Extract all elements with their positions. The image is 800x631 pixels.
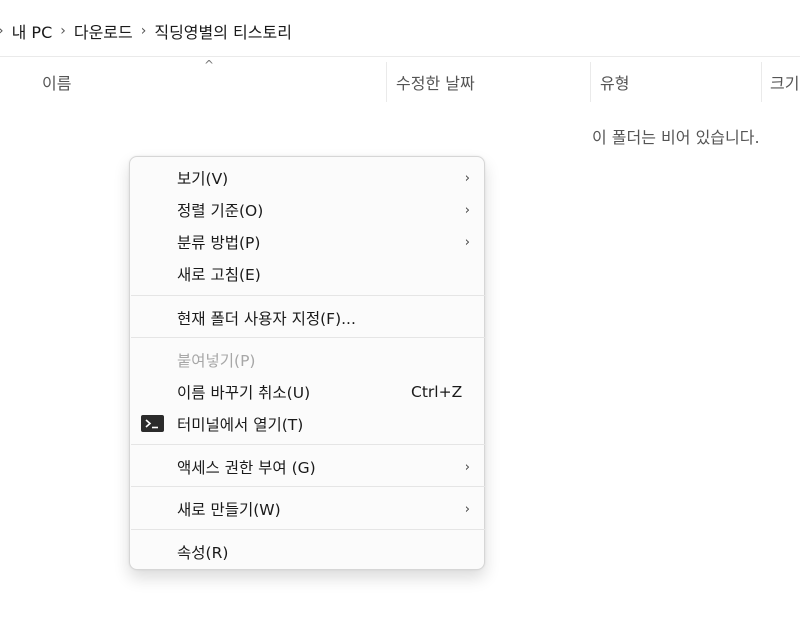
menu-item-paste: 붙여넣기(P)	[130, 345, 484, 375]
column-header-name[interactable]: 이름	[42, 62, 71, 102]
menu-item-label: 속성(R)	[177, 544, 229, 562]
menu-item-properties[interactable]: 속성(R)	[130, 537, 484, 567]
context-menu: 보기(V) › 정렬 기준(O) › 분류 방법(P) › 새로 고침(E) 현…	[129, 156, 485, 570]
menu-separator	[131, 295, 485, 296]
sort-ascending-icon: ^	[204, 58, 215, 72]
column-header-size[interactable]: 크기	[770, 62, 799, 102]
menu-item-label: 이름 바꾸기 취소(U)	[177, 384, 311, 402]
menu-item-label: 붙여넣기(P)	[177, 352, 256, 370]
chevron-right-icon: ›	[464, 170, 470, 186]
menu-item-label: 정렬 기준(O)	[177, 202, 264, 220]
breadcrumb-item-current-folder[interactable]: 직딩영별의 티스토리	[154, 19, 292, 43]
menu-item-label: 보기(V)	[177, 170, 229, 188]
menu-item-view[interactable]: 보기(V) ›	[130, 163, 484, 193]
menu-item-group-by[interactable]: 분류 방법(P) ›	[130, 227, 484, 257]
menu-item-open-in-terminal[interactable]: 터미널에서 열기(T)	[130, 409, 484, 439]
menu-item-label: 새로 만들기(W)	[177, 501, 281, 519]
column-divider[interactable]	[590, 62, 591, 102]
column-divider[interactable]	[761, 62, 762, 102]
menu-separator	[131, 337, 485, 338]
breadcrumb-separator-icon[interactable]: ›	[0, 23, 4, 39]
column-divider[interactable]	[386, 62, 387, 102]
shortcut-label: Ctrl+Z	[411, 383, 463, 401]
breadcrumb-separator-icon[interactable]: ›	[60, 23, 66, 39]
column-header-type[interactable]: 유형	[600, 62, 629, 102]
menu-item-label: 분류 방법(P)	[177, 234, 261, 252]
breadcrumb-item-this-pc[interactable]: 내 PC	[12, 19, 53, 43]
breadcrumb-separator-icon[interactable]: ›	[141, 23, 147, 39]
menu-item-label: 액세스 권한 부여 (G)	[177, 459, 316, 477]
column-header-date-modified[interactable]: 수정한 날짜	[396, 62, 475, 102]
chevron-right-icon: ›	[464, 459, 470, 475]
menu-item-label: 현재 폴더 사용자 지정(F)...	[177, 310, 356, 328]
menu-item-refresh[interactable]: 새로 고침(E)	[130, 259, 484, 289]
menu-item-sort-by[interactable]: 정렬 기준(O) ›	[130, 195, 484, 225]
chevron-right-icon: ›	[464, 202, 470, 218]
empty-folder-message: 이 폴더는 비어 있습니다.	[592, 128, 760, 147]
menu-item-give-access[interactable]: 액세스 권한 부여 (G) ›	[130, 452, 484, 482]
breadcrumb: › 내 PC › 다운로드 › 직딩영별의 티스토리	[0, 6, 800, 57]
terminal-icon	[141, 415, 164, 432]
chevron-right-icon: ›	[464, 501, 470, 517]
menu-item-label: 터미널에서 열기(T)	[177, 416, 304, 434]
menu-item-undo-rename[interactable]: 이름 바꾸기 취소(U) Ctrl+Z	[130, 377, 484, 407]
menu-item-customize-folder[interactable]: 현재 폴더 사용자 지정(F)...	[130, 303, 484, 333]
menu-item-new[interactable]: 새로 만들기(W) ›	[130, 494, 484, 524]
explorer-window: › 내 PC › 다운로드 › 직딩영별의 티스토리 ^ 이름 수정한 날짜 유…	[0, 0, 800, 631]
chevron-right-icon: ›	[464, 234, 470, 250]
breadcrumb-item-downloads[interactable]: 다운로드	[74, 19, 133, 43]
menu-separator	[131, 444, 485, 445]
menu-separator	[131, 486, 485, 487]
menu-separator	[131, 529, 485, 530]
menu-item-label: 새로 고침(E)	[177, 266, 261, 284]
